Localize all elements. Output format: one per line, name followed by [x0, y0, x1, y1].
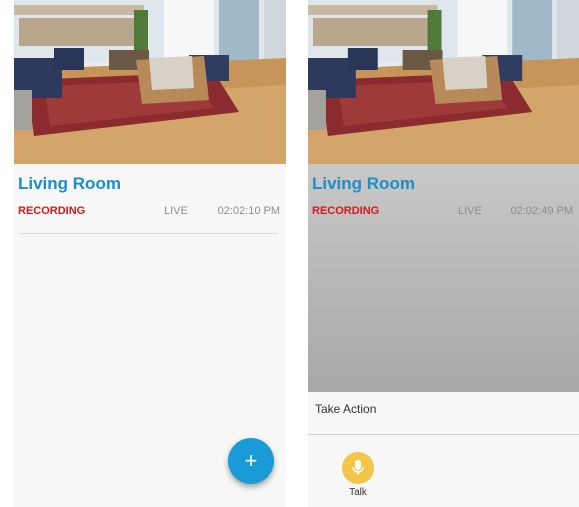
camera-screen-default: Living Room RECORDING LIVE 02:02:10 PM +: [14, 0, 286, 507]
action-sheet-title: Take Action: [315, 402, 377, 416]
camera-feed-image[interactable]: [14, 0, 286, 164]
add-action-button[interactable]: +: [228, 438, 274, 484]
plus-icon: +: [244, 448, 258, 473]
dim-overlay[interactable]: [308, 164, 579, 392]
recording-status: RECORDING: [18, 205, 86, 217]
talk-button[interactable]: [342, 452, 374, 484]
divider: [20, 233, 278, 234]
divider: [308, 434, 579, 435]
camera-name-title: Living Room: [312, 174, 415, 193]
live-indicator: LIVE: [164, 205, 188, 217]
live-indicator: LIVE: [458, 205, 482, 217]
camera-name-title: Living Room: [18, 174, 121, 193]
divider: [314, 233, 571, 234]
recording-status: RECORDING: [312, 205, 380, 217]
talk-label: Talk: [349, 487, 367, 498]
microphone-icon: [352, 460, 364, 475]
status-row: RECORDING LIVE 02:02:49 PM: [312, 205, 575, 221]
camera-feed-image[interactable]: [308, 0, 579, 164]
status-row: RECORDING LIVE 02:02:10 PM: [18, 205, 282, 221]
timestamp: 02:02:10 PM: [217, 205, 280, 217]
camera-screen-action-sheet: Living Room RECORDING LIVE 02:02:49 PM T…: [308, 0, 579, 507]
timestamp: 02:02:49 PM: [510, 205, 573, 217]
action-sheet: Take Action Talk: [308, 392, 579, 507]
